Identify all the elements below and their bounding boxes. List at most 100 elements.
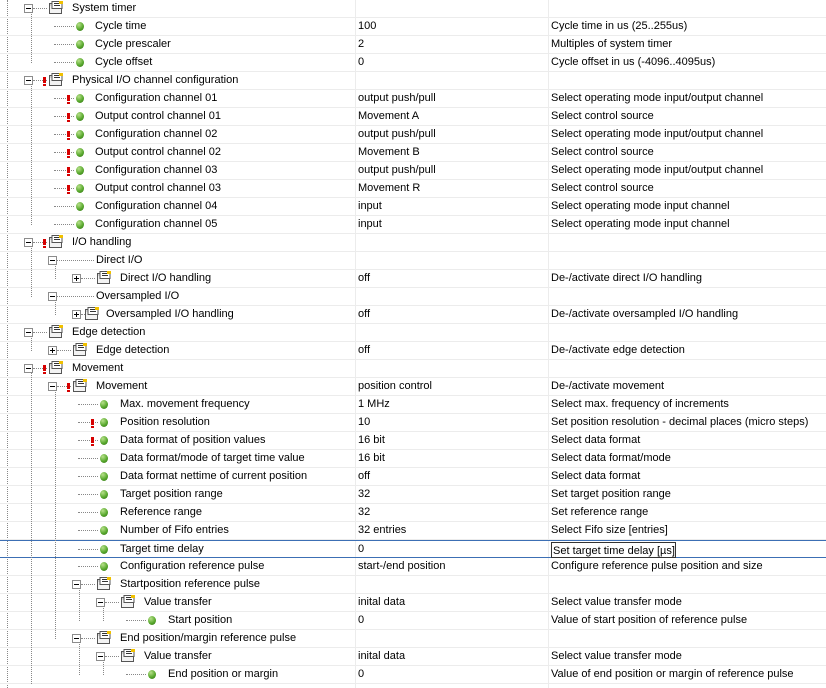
- tree-row[interactable]: Configuration reference pulse start-/end …: [0, 558, 826, 576]
- tree-row[interactable]: Cycle prescaler 2 Multiples of system time…: [0, 36, 826, 54]
- parameter-name: Value transfer: [144, 596, 212, 608]
- parameter-value[interactable]: off: [358, 270, 370, 287]
- parameter-value[interactable]: 16 bit: [358, 432, 385, 449]
- parameter-value[interactable]: inital data: [358, 594, 405, 611]
- tree-row[interactable]: System timer: [0, 0, 826, 18]
- tree-row[interactable]: Reference range 32 Set reference range: [0, 504, 826, 522]
- tree-row[interactable]: Movement: [0, 360, 826, 378]
- tree-row[interactable]: Startposition reference pulse: [0, 576, 826, 594]
- parameter-description[interactable]: Set target time delay [µs]: [551, 542, 676, 558]
- tree-connector: [54, 116, 74, 117]
- parameter-value[interactable]: 32: [358, 486, 370, 503]
- tree-row[interactable]: Data format/mode of target time value 16 …: [0, 450, 826, 468]
- parameter-value[interactable]: off: [358, 342, 370, 359]
- tree-row[interactable]: Value transfer inital data Select value tr…: [0, 594, 826, 612]
- tree-row[interactable]: Value transfer inital data Select value tr…: [0, 648, 826, 666]
- parameter-leaf-icon: [76, 40, 84, 49]
- tree-row[interactable]: Data format of position values 16 bit Sele…: [0, 432, 826, 450]
- parameter-description: Set reference range: [551, 506, 649, 518]
- parameter-value[interactable]: position control: [358, 378, 432, 395]
- tree-row[interactable]: Cycle offset 0 Cycle offset in us (-4096..…: [0, 54, 826, 72]
- tree-row[interactable]: Edge detection: [0, 324, 826, 342]
- parameter-value[interactable]: 0: [358, 54, 364, 71]
- parameter-value[interactable]: Movement A: [358, 108, 419, 125]
- parameter-value[interactable]: 16 bit: [358, 450, 385, 467]
- parameter-name: Value transfer: [144, 650, 212, 662]
- tree-row[interactable]: Movement position control De-/activate mov…: [0, 378, 826, 396]
- parameter-name: Movement: [96, 380, 148, 392]
- parameter-value[interactable]: output push/pull: [358, 90, 436, 107]
- expand-icon[interactable]: [72, 310, 81, 319]
- parameter-value[interactable]: input: [358, 198, 382, 215]
- tree-row[interactable]: Direct I/O: [0, 252, 826, 270]
- parameter-value[interactable]: output push/pull: [358, 162, 436, 179]
- tree-row[interactable]: End position/margin reference pulse: [0, 630, 826, 648]
- tree-row[interactable]: Max. movement frequency 1 MHz Select max. …: [0, 396, 826, 414]
- tree-row[interactable]: Configuration channel 05 input Select oper…: [0, 216, 826, 234]
- parameter-value[interactable]: Movement B: [358, 144, 420, 161]
- parameter-description: Select operating mode input/output chann…: [551, 128, 764, 140]
- tree-row[interactable]: Output control channel 01 Movement A Selec…: [0, 108, 826, 126]
- tree-connector: [78, 440, 98, 441]
- tree-row[interactable]: Configuration channel 04 input Select oper…: [0, 198, 826, 216]
- parameter-name: Cycle prescaler: [95, 38, 171, 50]
- parameter-value[interactable]: output push/pull: [358, 126, 436, 143]
- parameter-name: Reference range: [120, 506, 202, 518]
- tree-row[interactable]: Configuration channel 02 output push/pull…: [0, 126, 826, 144]
- expand-icon[interactable]: [72, 274, 81, 283]
- tree-connector: [33, 332, 47, 333]
- tree-row[interactable]: Edge detection off De-/activate edge detec…: [0, 342, 826, 360]
- tree-row[interactable]: Output control channel 03 Movement R Selec…: [0, 180, 826, 198]
- parameter-value[interactable]: input: [358, 216, 382, 233]
- warning-marker-icon: [91, 419, 94, 428]
- parameter-name: Movement: [72, 362, 124, 374]
- tree-row[interactable]: Physical I/O channel configuration: [0, 72, 826, 90]
- parameter-tree: System timer Cycle time 100 Cycle time in u…: [0, 0, 826, 688]
- parameter-leaf-icon: [100, 400, 108, 409]
- parameter-value[interactable]: 0: [358, 541, 364, 558]
- warning-marker-icon: [67, 95, 70, 104]
- parameter-value[interactable]: 1 MHz: [358, 396, 390, 413]
- parameter-value[interactable]: 2: [358, 36, 364, 53]
- tree-row[interactable]: Oversampled I/O handling off De-/activate …: [0, 306, 826, 324]
- tree-row[interactable]: End position or margin 0 Value of end posi…: [0, 666, 826, 684]
- tree-connector: [78, 512, 98, 513]
- tree-row[interactable]: Position resolution 10 Set position resolu…: [0, 414, 826, 432]
- tree-row[interactable]: Data format nettime of current position o…: [0, 468, 826, 486]
- expand-icon[interactable]: [48, 346, 57, 355]
- parameter-value[interactable]: off: [358, 468, 370, 485]
- parameter-value[interactable]: Movement R: [358, 180, 420, 197]
- tree-row[interactable]: Configuration channel 03 output push/pull…: [0, 162, 826, 180]
- tree-row[interactable]: Start position 0 Value of start position o…: [0, 612, 826, 630]
- tree-row[interactable]: Number of Fifo entries 32 entries Select F…: [0, 522, 826, 540]
- parameter-value[interactable]: 10: [358, 414, 370, 431]
- warning-marker-icon: [91, 437, 94, 446]
- tree-row[interactable]: Cycle time 100 Cycle time in us (25..255us…: [0, 18, 826, 36]
- tree-row[interactable]: Output control channel 02 Movement B Selec…: [0, 144, 826, 162]
- parameter-description: Cycle time in us (25..255us): [551, 20, 688, 32]
- parameter-leaf-icon: [76, 184, 84, 193]
- tree-row[interactable]: I/O handling: [0, 234, 826, 252]
- parameter-folder-icon: [85, 307, 99, 320]
- parameter-value[interactable]: off: [358, 306, 370, 323]
- parameter-value[interactable]: 0: [358, 666, 364, 683]
- parameter-value[interactable]: 0: [358, 612, 364, 629]
- parameter-description: Select operating mode input/output chann…: [551, 164, 764, 176]
- tree-connector: [81, 584, 95, 585]
- tree-guide-line: [79, 588, 80, 621]
- parameter-value[interactable]: inital data: [358, 648, 405, 665]
- parameter-folder-icon: [121, 649, 135, 662]
- parameter-name: Direct I/O handling: [120, 272, 212, 284]
- tree-row[interactable]: Oversampled I/O: [0, 288, 826, 306]
- parameter-value[interactable]: 100: [358, 18, 376, 35]
- parameter-name: End position or margin: [168, 668, 279, 680]
- tree-row-selected[interactable]: Target time delay 0 Set target time delay …: [0, 540, 826, 558]
- warning-marker-icon: [67, 185, 70, 194]
- tree-row[interactable]: Target position range 32 Set target positi…: [0, 486, 826, 504]
- tree-guide-line: [103, 660, 104, 675]
- parameter-value[interactable]: 32 entries: [358, 522, 406, 539]
- tree-row[interactable]: Direct I/O handling off De-/activate direc…: [0, 270, 826, 288]
- parameter-value[interactable]: start-/end position: [358, 558, 445, 575]
- parameter-value[interactable]: 32: [358, 504, 370, 521]
- tree-row[interactable]: Configuration channel 01 output push/pull…: [0, 90, 826, 108]
